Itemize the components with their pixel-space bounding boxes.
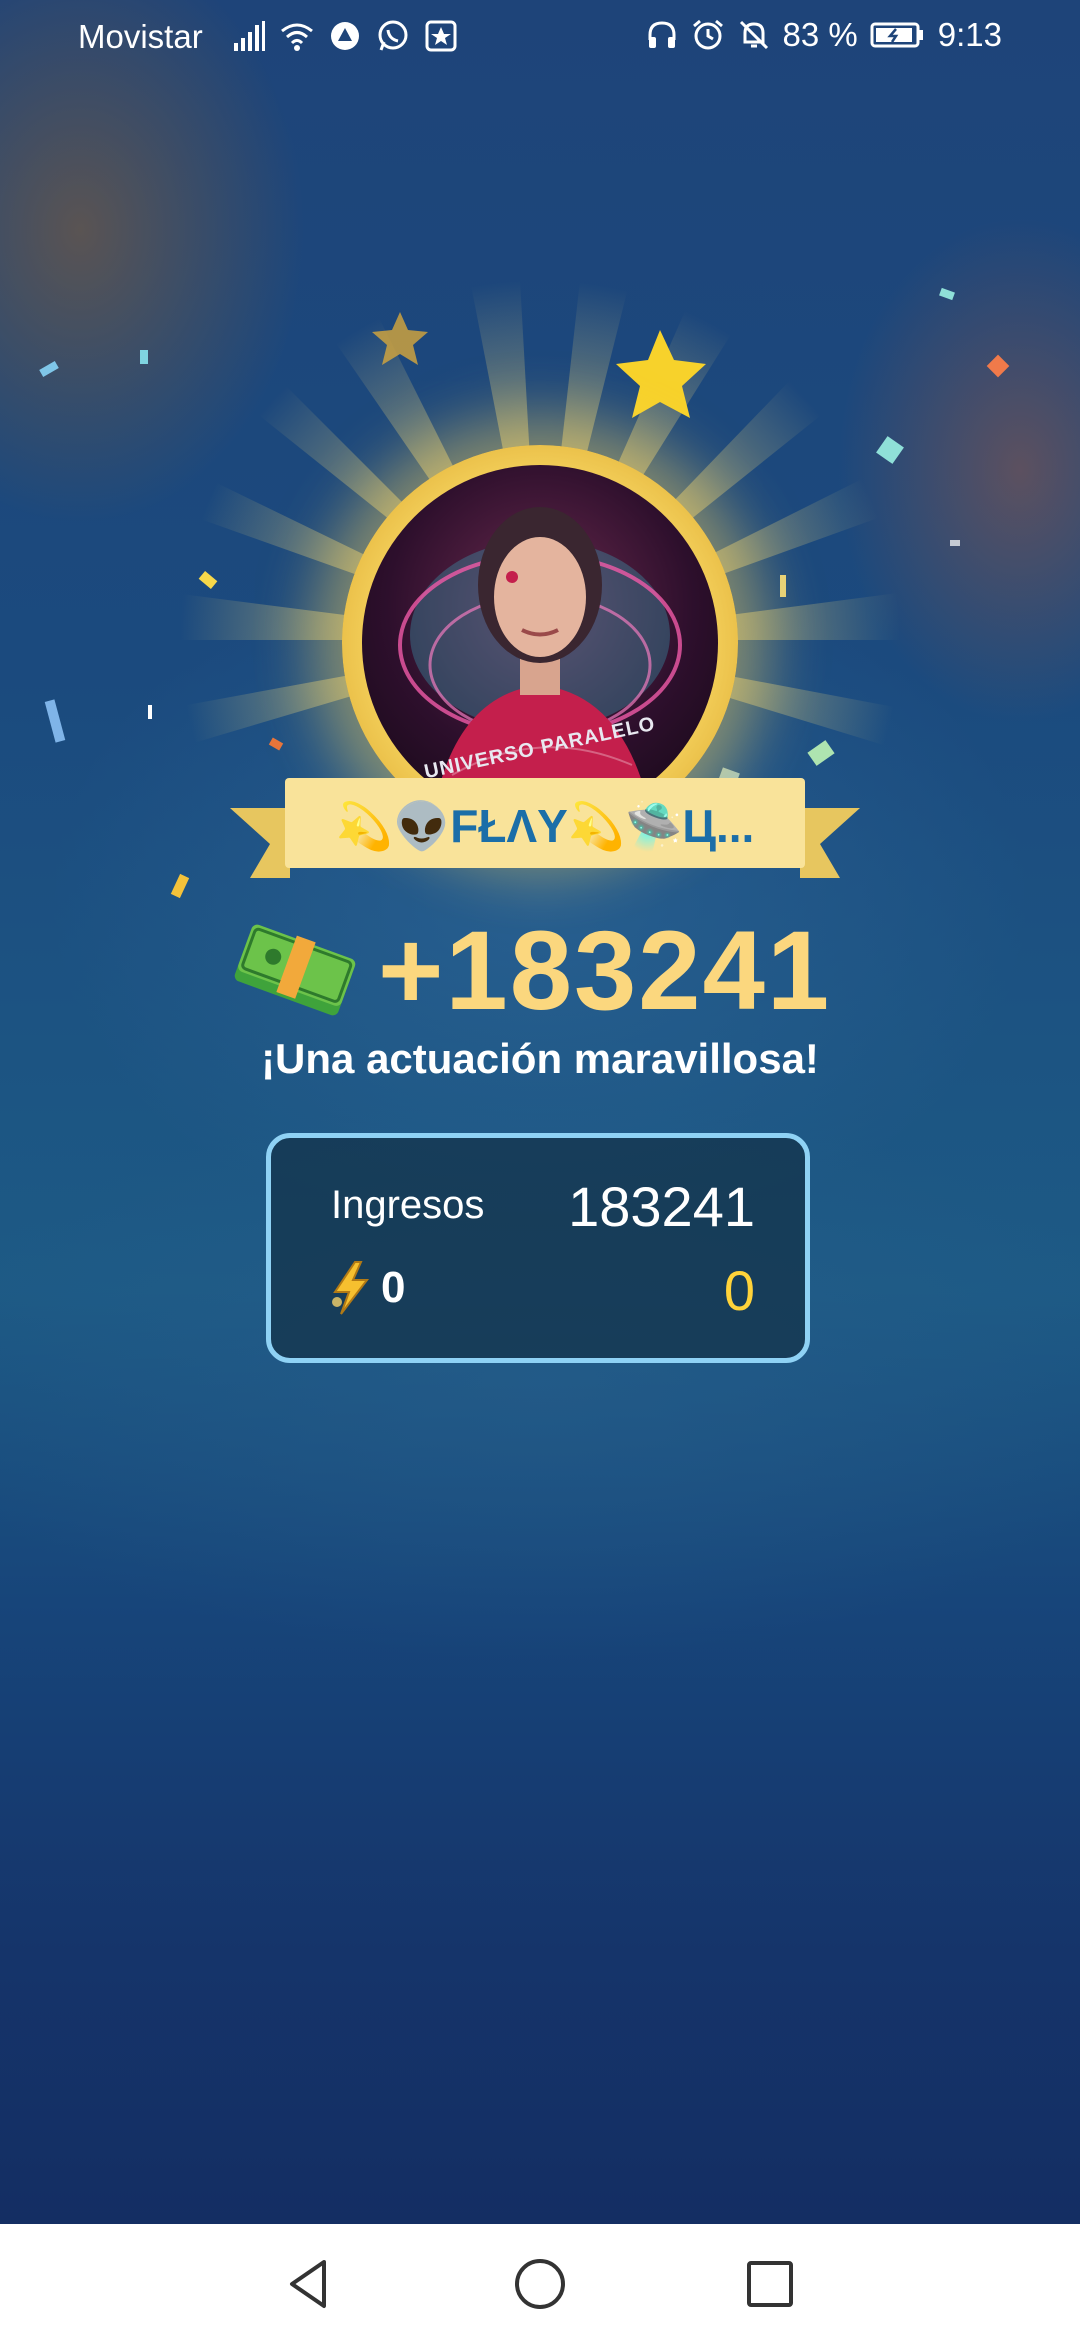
money-stack-icon <box>234 924 356 1016</box>
mute-icon <box>739 20 768 50</box>
navigation-bar <box>0 2224 1080 2340</box>
battery-percent: 83 % <box>782 16 858 53</box>
whatsapp-icon <box>378 20 408 51</box>
app-notification-icon <box>331 22 359 50</box>
status-icons-right: 83 % 9:13 <box>645 16 1002 54</box>
result-message: ¡Una actuación maravillosa! <box>261 1035 819 1082</box>
home-icon[interactable] <box>510 2254 570 2314</box>
performer-name: 💫👽FŁΛY💫🛸Ц... <box>335 799 755 852</box>
headphones-icon <box>648 21 676 48</box>
back-icon[interactable] <box>280 2254 340 2314</box>
income-value: 183241 <box>568 1175 755 1238</box>
name-ribbon: 💫👽FŁΛY💫🛸Ц... <box>230 778 860 888</box>
status-icons-left <box>232 16 458 56</box>
reward-amount: +183241 <box>378 907 832 1033</box>
carrier-name: Movistar <box>78 18 203 55</box>
clock: 9:13 <box>937 16 1002 53</box>
recents-icon[interactable] <box>740 2254 800 2314</box>
status-bar: Movistar 83 % 9:13 <box>0 0 1080 72</box>
income-panel: Ingresos 183241 0 0 <box>266 1133 810 1363</box>
avatar[interactable]: UNIVERSO PARALELO <box>362 465 718 821</box>
bonus-value: 0 <box>723 1259 755 1322</box>
signal-icon <box>234 21 265 51</box>
app-icon <box>425 20 457 52</box>
alarm-icon <box>692 19 723 50</box>
bolt-count: 0 <box>381 1263 406 1312</box>
income-label: Ingresos <box>331 1183 485 1227</box>
reward-row: +183241 <box>230 905 870 1035</box>
battery-icon <box>870 22 923 48</box>
lightning-icon <box>332 1261 370 1315</box>
wifi-icon <box>281 23 313 51</box>
